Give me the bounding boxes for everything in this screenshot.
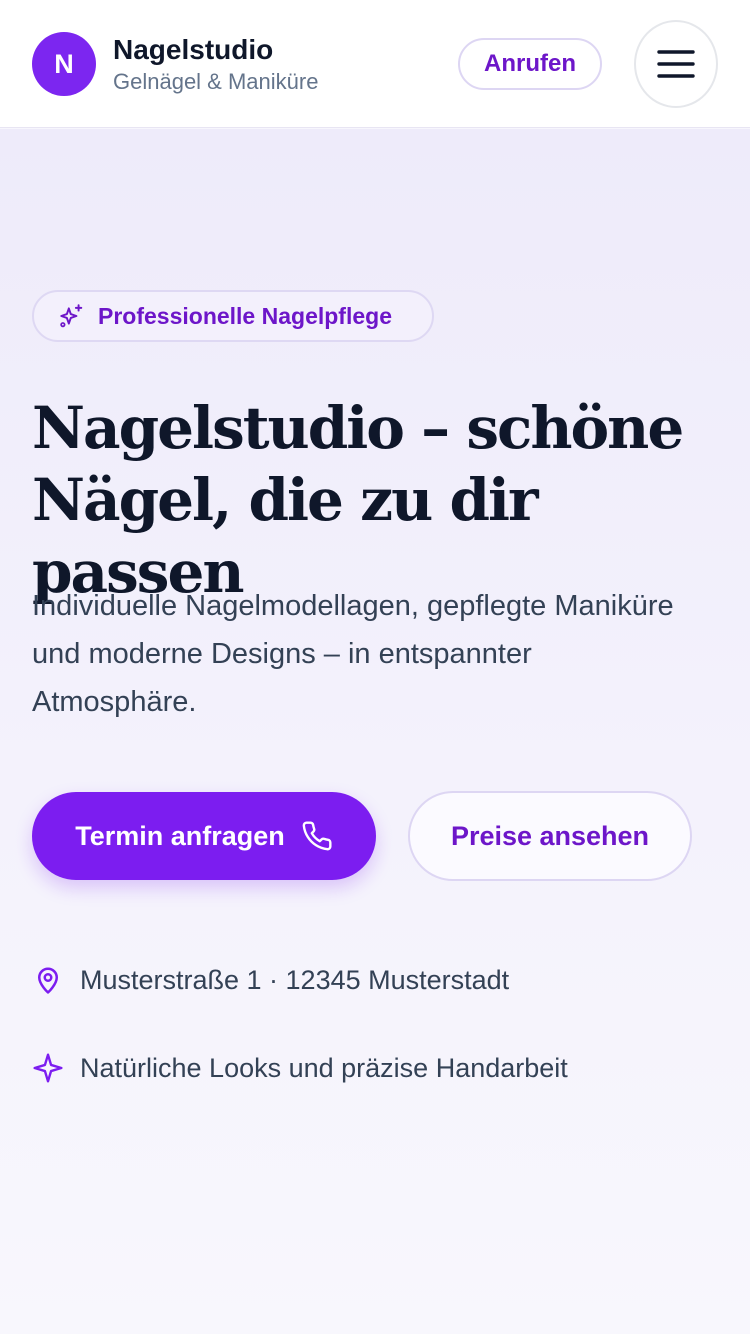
address-text: Musterstraße 1 · 12345 Musterstadt [80,964,510,995]
brand-name: Nagelstudio [113,34,274,65]
sparkles-icon [60,304,83,328]
title-line-1: Nagelstudio – schöne [32,394,684,462]
phone-icon [301,820,333,852]
site-header: N Nagelstudio Gelnägel & Maniküre Anrufe… [0,0,750,128]
brand-subtitle: Gelnägel & Maniküre [113,69,319,94]
logo[interactable]: N [32,32,96,96]
feature-text: Natürliche Looks und präzise Handarbeit [80,1052,568,1083]
request-appointment-label: Termin anfragen [75,820,285,851]
menu-button[interactable] [634,20,718,108]
hamburger-menu-icon [657,50,695,78]
call-button[interactable]: Anrufen [458,38,602,90]
feature-row: Natürliche Looks und präzise Handarbeit [32,1052,568,1084]
page-title: Nagelstudio – schöne Nägel, die zu dir p… [32,392,722,608]
hero-badge: Professionelle Nagelpflege [32,290,434,342]
badge-label: Professionelle Nagelpflege [98,302,392,329]
request-appointment-button[interactable]: Termin anfragen [32,792,376,880]
view-prices-button[interactable]: Preise ansehen [408,791,692,881]
map-pin-icon [32,964,64,996]
address-row: Musterstraße 1 · 12345 Musterstadt [32,964,509,996]
sparkle-icon [32,1052,64,1084]
hero-lead-text: Individuelle Nagelmodellagen, gepflegte … [32,590,674,718]
